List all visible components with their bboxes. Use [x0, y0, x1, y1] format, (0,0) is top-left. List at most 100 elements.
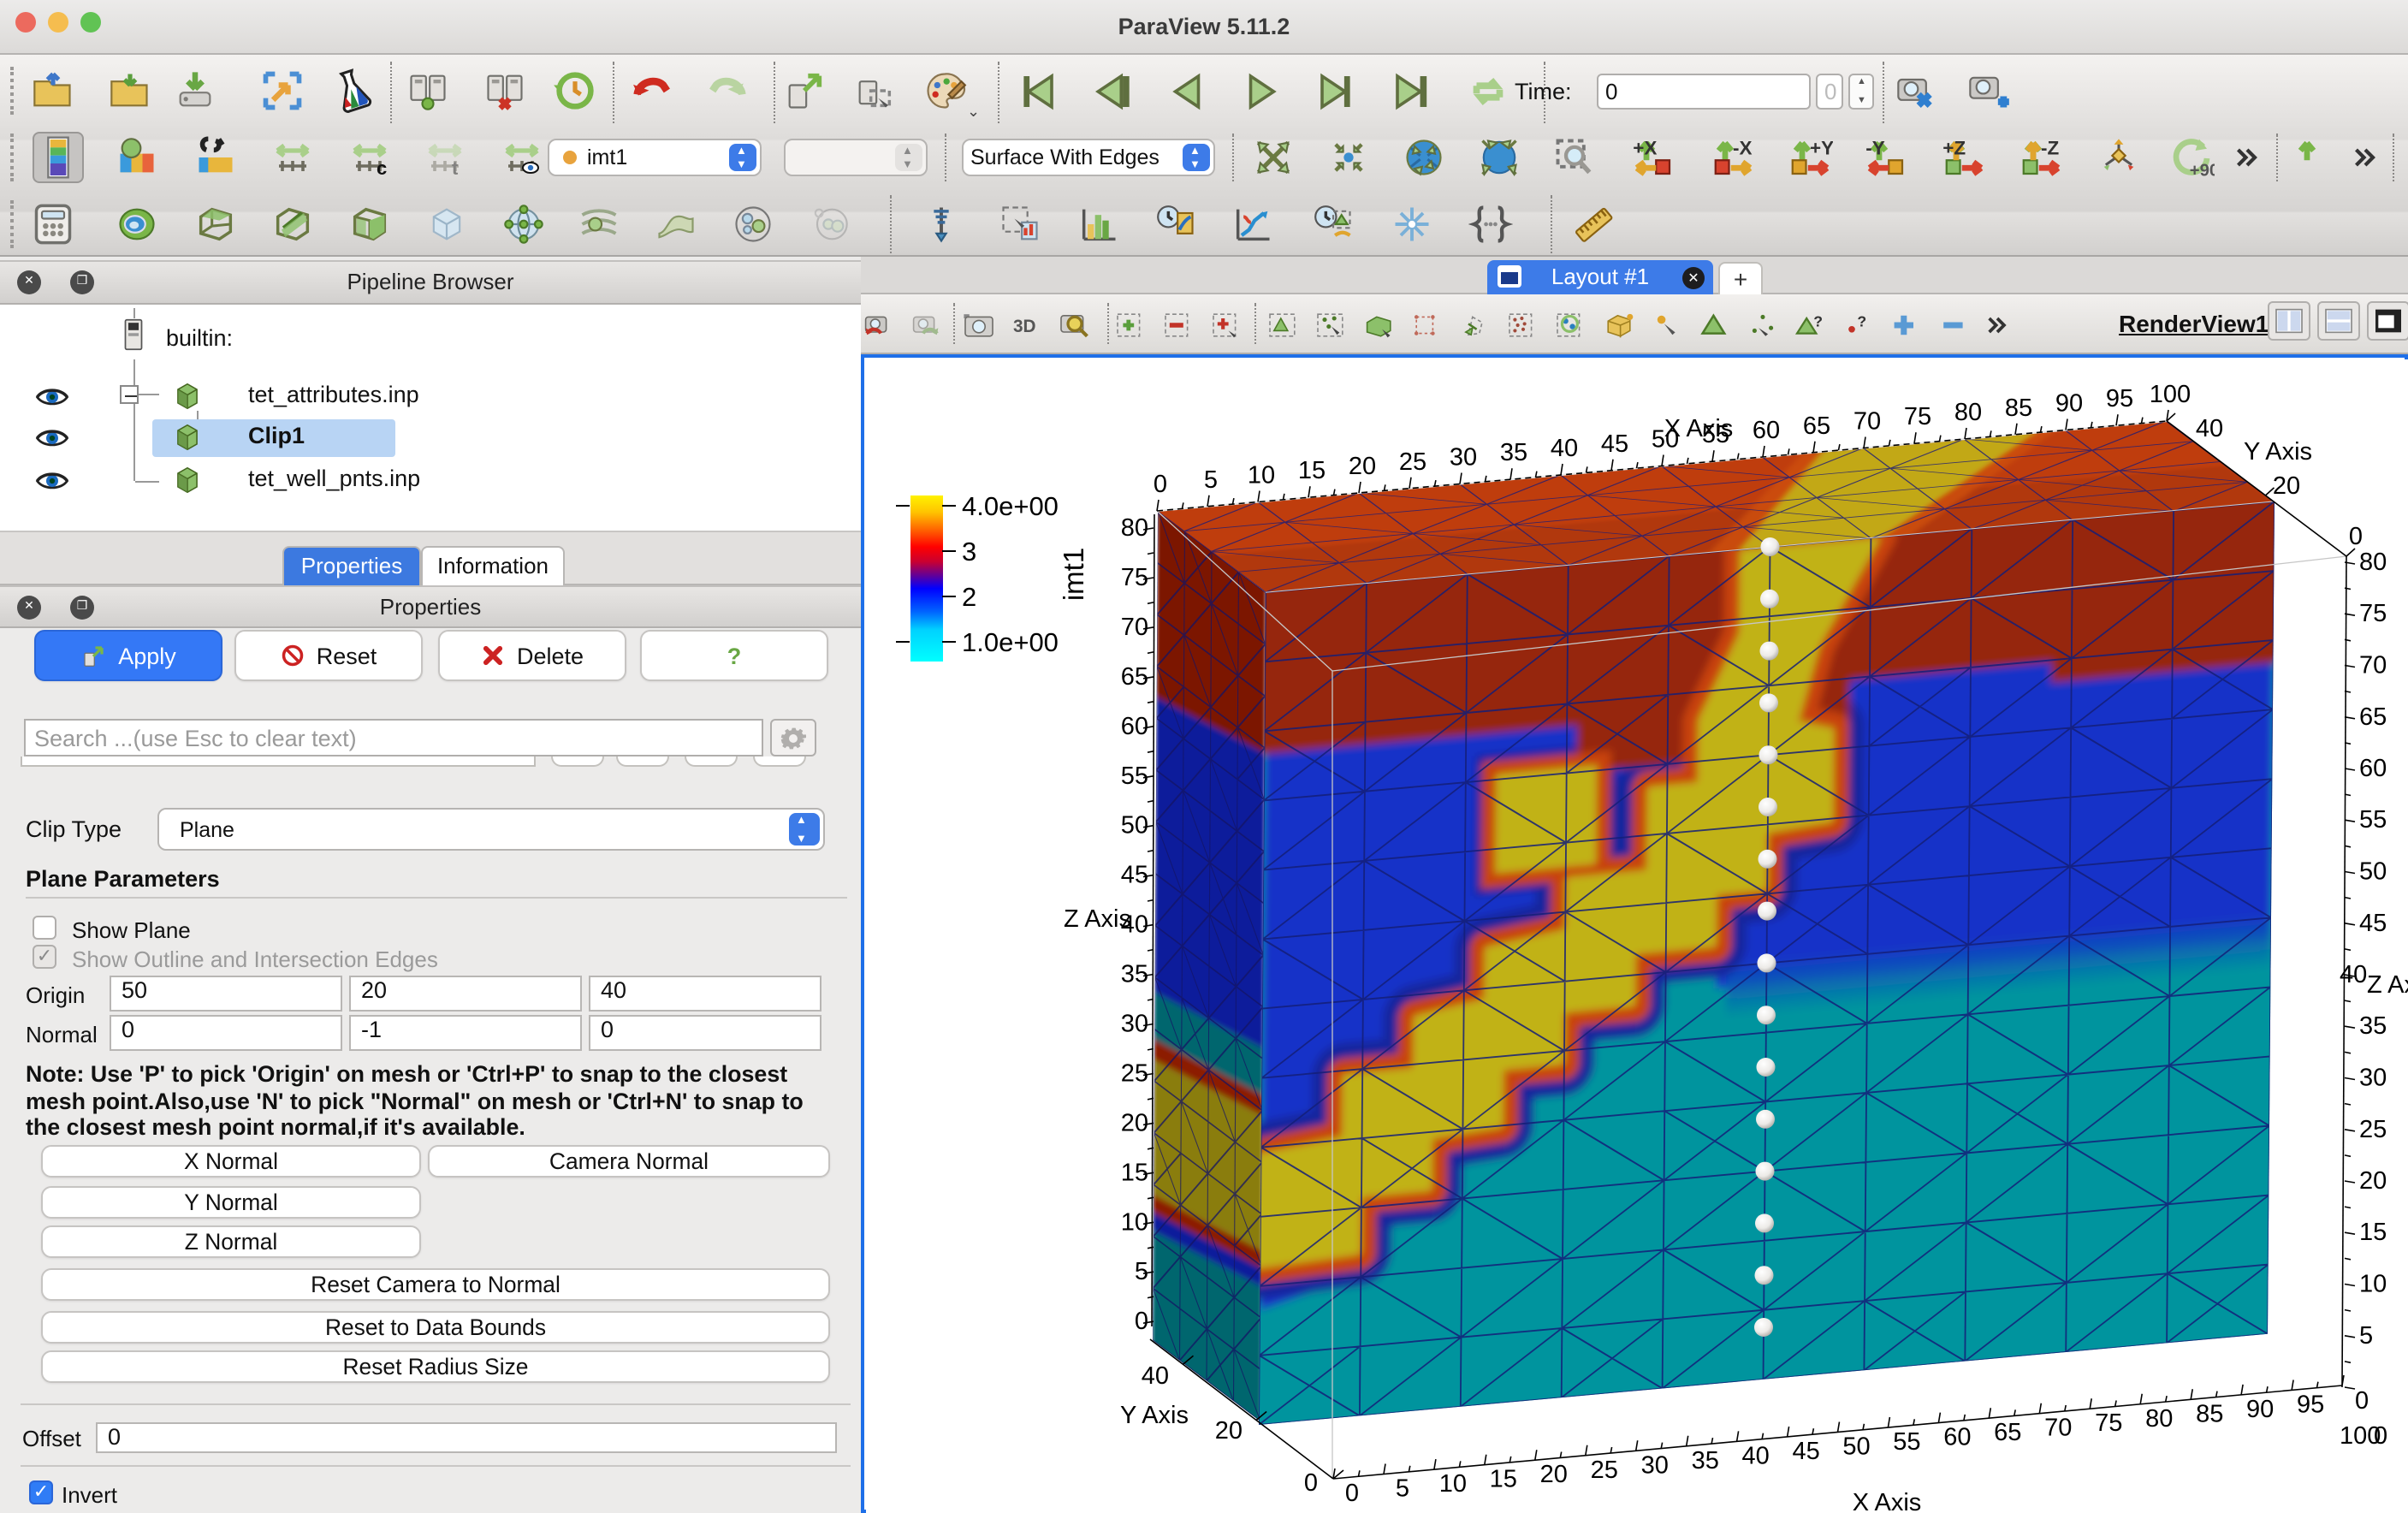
svg-text:75: 75 — [2359, 600, 2387, 627]
svg-text:75: 75 — [1904, 403, 1931, 430]
svg-text:5: 5 — [1204, 466, 1218, 494]
svg-text:95: 95 — [2106, 385, 2133, 412]
svg-text:3D: 3D — [1013, 317, 1036, 336]
svg-text:70: 70 — [1853, 408, 1881, 436]
svg-text:Y Axis: Y Axis — [2244, 438, 2312, 466]
svg-text:35: 35 — [1121, 961, 1148, 988]
svg-text:5: 5 — [1135, 1258, 1148, 1285]
svg-text:45: 45 — [1601, 430, 1628, 458]
svg-text:0: 0 — [1154, 471, 1167, 498]
svg-text:20: 20 — [1121, 1109, 1148, 1136]
svg-text:1.0e+00: 1.0e+00 — [962, 627, 1059, 657]
svg-text:?: ? — [1857, 313, 1866, 330]
svg-text:25: 25 — [1399, 448, 1426, 476]
svg-text:80: 80 — [2145, 1405, 2173, 1433]
svg-text:25: 25 — [2359, 1116, 2387, 1143]
svg-text:85: 85 — [2005, 395, 2032, 422]
svg-text:3: 3 — [962, 537, 976, 567]
svg-text:70: 70 — [2359, 652, 2387, 679]
svg-text:55: 55 — [1121, 762, 1148, 790]
svg-text:65: 65 — [2359, 703, 2387, 731]
svg-text:50: 50 — [2359, 858, 2387, 886]
svg-text:+X: +X — [1632, 137, 1656, 158]
svg-text:t: t — [452, 157, 459, 178]
svg-text:40: 40 — [2196, 415, 2223, 442]
svg-text:5: 5 — [2359, 1322, 2373, 1350]
svg-text:60: 60 — [1753, 417, 1780, 444]
svg-text:60: 60 — [1121, 713, 1148, 740]
svg-text:90: 90 — [2246, 1396, 2274, 1423]
svg-text:15: 15 — [1298, 457, 1326, 484]
svg-text:X Axis: X Axis — [1664, 415, 1734, 442]
svg-text:75: 75 — [1121, 564, 1148, 591]
svg-text:40: 40 — [1142, 1362, 1169, 1390]
svg-text:imt1: imt1 — [1058, 548, 1089, 601]
svg-text:100: 100 — [2150, 381, 2191, 408]
svg-text:20: 20 — [1540, 1461, 1568, 1488]
svg-text:20: 20 — [2359, 1167, 2387, 1195]
svg-text:Z Axis: Z Axis — [2367, 971, 2408, 999]
svg-text:85: 85 — [2196, 1400, 2223, 1427]
svg-text:30: 30 — [2359, 1065, 2387, 1092]
svg-text:+Z: +Z — [1942, 137, 1965, 158]
svg-text:35: 35 — [1692, 1447, 1719, 1474]
svg-text:35: 35 — [2359, 1012, 2387, 1040]
svg-text:55: 55 — [1893, 1428, 1920, 1456]
svg-text:0: 0 — [2355, 1387, 2369, 1415]
svg-text:70: 70 — [1121, 614, 1148, 641]
svg-text:X Axis: X Axis — [1853, 1489, 1922, 1513]
svg-text:15: 15 — [1121, 1159, 1148, 1186]
svg-text:+90: +90 — [2189, 160, 2214, 179]
svg-text:45: 45 — [2359, 910, 2387, 937]
svg-text:60: 60 — [2359, 755, 2387, 782]
svg-text:0: 0 — [1304, 1469, 1318, 1497]
svg-text:20: 20 — [2273, 472, 2300, 500]
svg-text:+Y: +Y — [1809, 137, 1832, 158]
svg-text:20: 20 — [1349, 453, 1376, 480]
svg-text:45: 45 — [1121, 862, 1148, 889]
svg-text:25: 25 — [1121, 1060, 1148, 1088]
svg-text:-Y: -Y — [1865, 137, 1884, 158]
svg-text:80: 80 — [1954, 399, 1982, 426]
svg-text:-X: -X — [1732, 137, 1752, 158]
svg-text:2: 2 — [962, 582, 976, 612]
svg-text:40: 40 — [1741, 1442, 1769, 1469]
svg-text:5: 5 — [1396, 1475, 1409, 1503]
svg-text:20: 20 — [1215, 1417, 1243, 1445]
svg-text:0: 0 — [2349, 523, 2363, 550]
svg-text:30: 30 — [1641, 1451, 1669, 1479]
svg-text:40: 40 — [2340, 961, 2367, 988]
svg-text:Z Axis: Z Axis — [1064, 905, 1131, 933]
svg-text:65: 65 — [1803, 412, 1830, 440]
svg-text:10: 10 — [1121, 1208, 1148, 1236]
svg-text:Y Axis: Y Axis — [1120, 1402, 1189, 1429]
svg-text:70: 70 — [2044, 1415, 2072, 1442]
svg-text:25: 25 — [1591, 1457, 1618, 1484]
svg-text:45: 45 — [1792, 1438, 1819, 1465]
svg-text:80: 80 — [2359, 549, 2387, 576]
svg-text:10: 10 — [1439, 1470, 1467, 1498]
svg-text:30: 30 — [1450, 444, 1477, 472]
svg-text:c: c — [377, 157, 387, 178]
svg-text:0: 0 — [1345, 1480, 1359, 1507]
svg-text:65: 65 — [1121, 663, 1148, 691]
svg-text:10: 10 — [1248, 462, 1275, 490]
svg-text:?: ? — [1813, 313, 1823, 330]
svg-text:90: 90 — [2055, 390, 2083, 418]
svg-text:50: 50 — [1121, 812, 1148, 840]
svg-text:95: 95 — [2297, 1391, 2324, 1419]
svg-text:80: 80 — [1121, 514, 1148, 542]
svg-text:30: 30 — [1121, 1011, 1148, 1038]
svg-text:75: 75 — [2095, 1409, 2122, 1437]
svg-text:55: 55 — [2359, 806, 2387, 834]
svg-text:35: 35 — [1500, 439, 1527, 466]
svg-text:0: 0 — [1135, 1308, 1148, 1335]
svg-text:15: 15 — [1490, 1466, 1517, 1493]
svg-text:4.0e+00: 4.0e+00 — [962, 491, 1059, 521]
svg-text:50: 50 — [1842, 1433, 1870, 1461]
svg-text:10: 10 — [2359, 1271, 2387, 1298]
svg-text:15: 15 — [2359, 1219, 2387, 1246]
svg-text:-Z: -Z — [2040, 137, 2058, 158]
svg-text:40: 40 — [1551, 435, 1578, 462]
svg-text:0: 0 — [2374, 1422, 2387, 1450]
